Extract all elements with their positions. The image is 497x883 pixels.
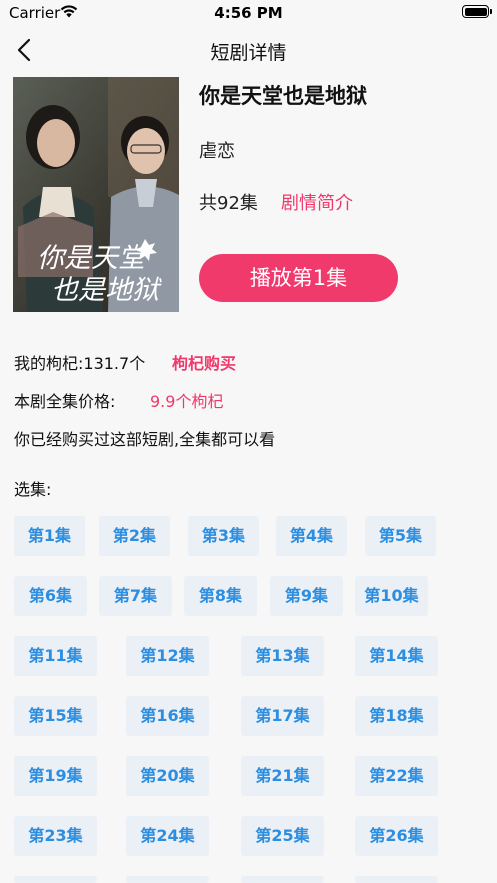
episode-button[interactable]: 第2集 (99, 516, 170, 556)
episode-button[interactable]: 第28集 (126, 876, 209, 883)
poster-title-line2: 也是地狱 (51, 275, 162, 306)
episode-button[interactable]: 第25集 (241, 816, 324, 856)
episode-button[interactable]: 第21集 (241, 756, 324, 796)
episode-button[interactable]: 第16集 (126, 696, 209, 736)
play-first-episode-button[interactable]: 播放第1集 (199, 254, 398, 302)
episode-button[interactable]: 第7集 (99, 576, 172, 616)
episode-button[interactable]: 第5集 (365, 516, 436, 556)
episode-button[interactable]: 第15集 (14, 696, 97, 736)
episode-button[interactable]: 第6集 (14, 576, 87, 616)
poster-title-line1: 你是天堂 (37, 243, 148, 274)
episode-button[interactable]: 第26集 (355, 816, 438, 856)
episode-count: 共92集 (199, 193, 258, 214)
price-value: 9.9个枸杞 (150, 392, 224, 411)
page-title: 短剧详情 (210, 42, 287, 64)
poster-image: 你是天堂 也是地狱 (13, 77, 179, 312)
navigation-bar: 短剧详情 (0, 26, 497, 74)
episode-button[interactable]: 第29集 (241, 876, 324, 883)
drama-title: 你是天堂也是地狱 (199, 84, 367, 108)
drama-detail-page: Carrier 4:56 PM 短剧详情 你是天堂 也是地狱 你是天堂也是地狱 … (0, 0, 497, 883)
episode-button[interactable]: 第14集 (355, 636, 438, 676)
episode-button[interactable]: 第9集 (270, 576, 343, 616)
clock-time: 4:56 PM (214, 4, 283, 22)
episode-button[interactable]: 第13集 (241, 636, 324, 676)
episode-button[interactable]: 第22集 (355, 756, 438, 796)
purchased-note: 你已经购买过这部短剧,全集都可以看 (14, 430, 276, 449)
episode-button[interactable]: 第17集 (241, 696, 324, 736)
episode-button[interactable]: 第8集 (184, 576, 257, 616)
episode-button[interactable]: 第10集 (355, 576, 428, 616)
synopsis-link[interactable]: 剧情简介 (281, 189, 353, 215)
episode-button[interactable]: 第3集 (188, 516, 259, 556)
episode-button[interactable]: 第23集 (14, 816, 97, 856)
drama-genre-tag: 虐恋 (199, 141, 235, 162)
battery-icon (462, 5, 492, 18)
episode-button[interactable]: 第27集 (14, 876, 97, 883)
drama-poster[interactable]: 你是天堂 也是地狱 (13, 77, 179, 312)
price-label: 本剧全集价格: (14, 392, 116, 411)
episode-button[interactable]: 第12集 (126, 636, 209, 676)
my-goji-balance: 我的枸杞:131.7个 (14, 354, 146, 373)
status-bar: Carrier 4:56 PM (0, 0, 497, 26)
episode-button[interactable]: 第24集 (126, 816, 209, 856)
buy-goji-link[interactable]: 枸杞购买 (172, 350, 236, 374)
episode-button[interactable]: 第20集 (126, 756, 209, 796)
episode-button[interactable]: 第30集 (355, 876, 438, 883)
episode-button[interactable]: 第19集 (14, 756, 97, 796)
episode-button[interactable]: 第1集 (14, 516, 85, 556)
episode-button[interactable]: 第4集 (276, 516, 347, 556)
episodes-heading: 选集: (14, 480, 52, 499)
episode-button[interactable]: 第11集 (14, 636, 97, 676)
episode-button[interactable]: 第18集 (355, 696, 438, 736)
